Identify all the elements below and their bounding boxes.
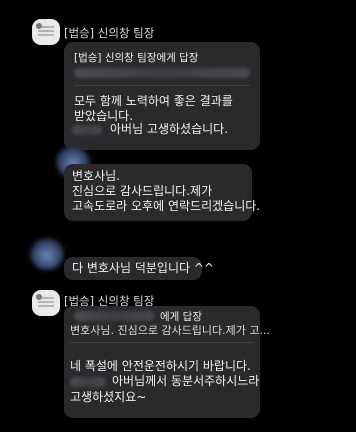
logo-icon bbox=[38, 297, 54, 309]
message-text-line: 고생하셨지요~ bbox=[70, 390, 147, 404]
blurred-reply-target bbox=[74, 311, 154, 321]
message-text-line: 다 변호사님 덕분입니다 ^^ bbox=[72, 261, 214, 275]
message-text-line: 모두 함께 노력하여 좋은 결과를 bbox=[74, 94, 233, 108]
message-bubble[interactable]: 에게 답장 변호사님. 진심으로 감사드립니다.제가 고... 네 폭설에 안전… bbox=[64, 306, 270, 418]
sender-name: [법승] 신의창 팀장 bbox=[64, 26, 155, 40]
blurred-name bbox=[70, 377, 106, 387]
message-text-line: 진심으로 감사드립니다.제가 bbox=[72, 184, 213, 198]
message-text-line: 고속도로라 오후에 연락드리겠습니다. bbox=[72, 199, 261, 213]
reply-preview: 변호사님. 진심으로 감사드립니다.제가 고... bbox=[70, 324, 271, 337]
logo-icon bbox=[38, 26, 54, 38]
sender-avatar[interactable] bbox=[32, 19, 60, 45]
reply-divider bbox=[74, 85, 250, 86]
blurred-reply-preview bbox=[74, 68, 250, 78]
sender-avatar[interactable] bbox=[32, 290, 60, 316]
message-text-line: 네 폭설에 안전운전하시기 바랍니다. bbox=[70, 359, 251, 373]
reply-header: 에게 답장 bbox=[160, 311, 202, 323]
reply-divider bbox=[70, 342, 254, 343]
blurred-name bbox=[72, 125, 102, 135]
message-bubble[interactable]: [법승] 신의창 팀장에게 답장 모두 함께 노력하여 좋은 결과를 받았습니다… bbox=[64, 42, 260, 150]
message-text-line: 아버님 고생하셨습니다. bbox=[110, 122, 229, 136]
message-text-line: 아버님께서 동분서주하시느라 bbox=[112, 374, 260, 388]
message-bubble[interactable]: 변호사님. 진심으로 감사드립니다.제가 고속도로라 오후에 연락드리겠습니다. bbox=[64, 164, 260, 221]
message-text-line: 변호사님. bbox=[72, 169, 120, 183]
message-bubble[interactable]: 다 변호사님 덕분입니다 ^^ bbox=[64, 257, 214, 280]
reply-header: [법승] 신의창 팀장에게 답장 bbox=[74, 52, 199, 64]
user-avatar[interactable] bbox=[30, 238, 64, 270]
